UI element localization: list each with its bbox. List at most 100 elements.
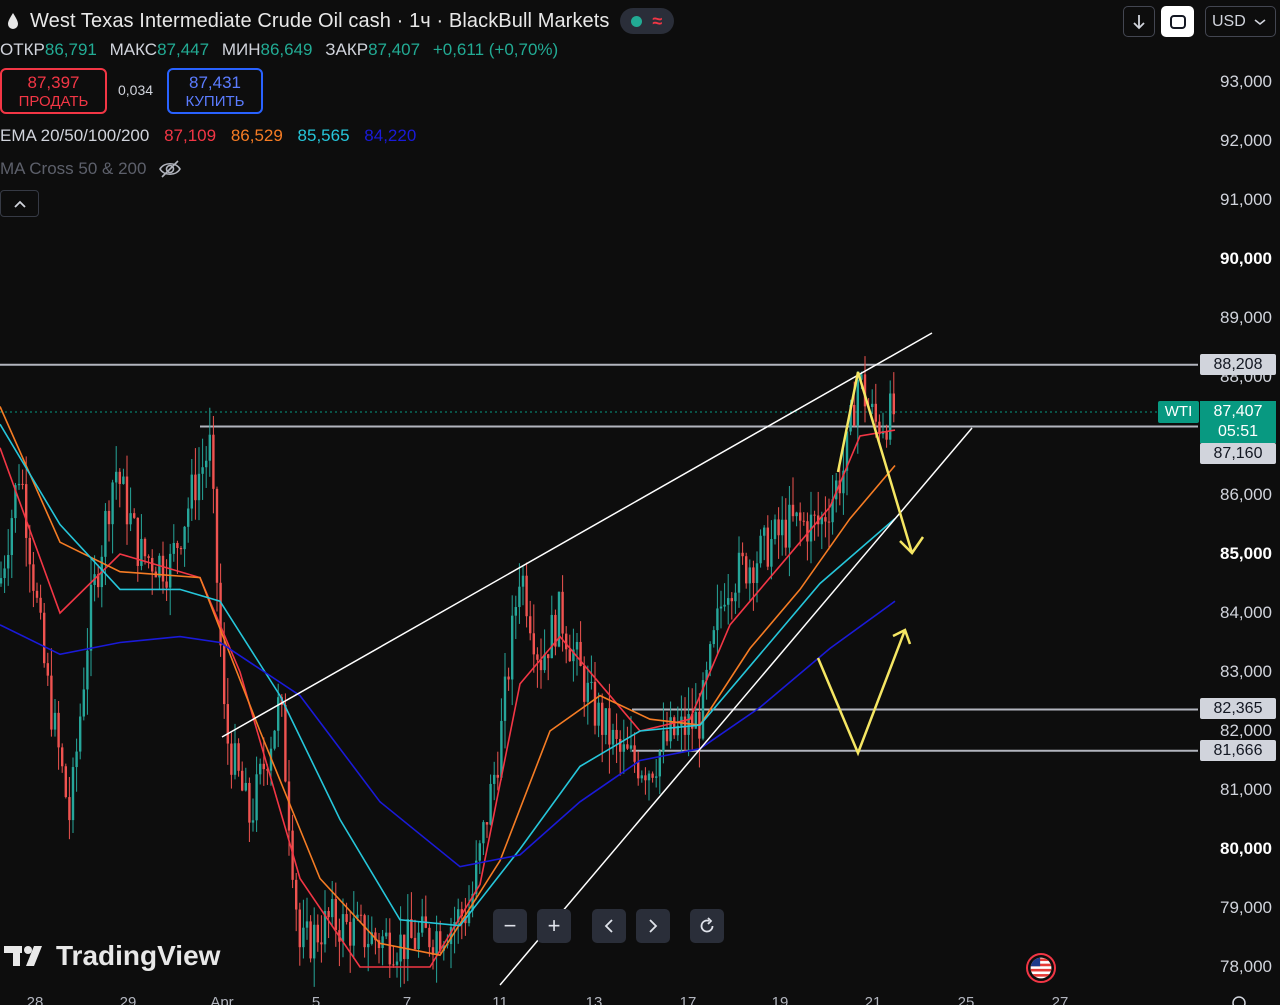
settings-icon[interactable] — [1230, 994, 1248, 1005]
candle-body — [752, 567, 755, 584]
candle-body — [223, 645, 226, 705]
candle-body — [201, 467, 204, 474]
candle-body — [212, 434, 215, 489]
candle-body — [233, 743, 237, 775]
candle-body — [179, 547, 183, 550]
candle-body — [604, 708, 607, 735]
candle-body — [104, 510, 107, 557]
collapse-legend-button[interactable] — [0, 190, 39, 217]
candle-body — [111, 482, 114, 525]
price-chart[interactable] — [0, 0, 1280, 1005]
us-flag-icon[interactable] — [1026, 953, 1056, 983]
candle-body — [259, 763, 262, 775]
scroll-down-button[interactable] — [1123, 6, 1155, 37]
candle-body — [345, 914, 348, 922]
date-tick-label: 7 — [402, 994, 412, 1005]
candle-body — [802, 520, 805, 522]
candle-body — [777, 519, 780, 536]
candle-body — [421, 916, 424, 933]
candle-body — [349, 921, 352, 946]
candle-body — [115, 471, 118, 483]
ma-cross-legend[interactable]: MA Cross 50 & 200 — [0, 159, 182, 179]
price-tick-label: 78,000 — [1220, 957, 1272, 976]
reset-chart-button[interactable] — [690, 909, 724, 943]
sell-button[interactable]: 87,397 ПРОДАТЬ — [0, 68, 107, 114]
candle-body — [316, 924, 319, 943]
date-tick-label: 5 — [311, 994, 321, 1005]
buy-button[interactable]: 87,431 КУПИТЬ — [167, 68, 263, 114]
candle-body — [856, 379, 859, 426]
candle-body — [547, 654, 550, 659]
tradingview-logo[interactable]: TradingView — [4, 940, 220, 972]
candle-body — [791, 504, 795, 517]
candle-body — [755, 563, 759, 584]
candle-body — [64, 766, 67, 798]
candle-body — [230, 743, 233, 775]
zoom-out-button[interactable]: − — [493, 909, 527, 943]
candle-body — [219, 582, 222, 646]
candle-body — [853, 404, 856, 426]
candle-body — [302, 927, 305, 948]
drawings — [221, 332, 973, 986]
candle-body — [759, 535, 762, 564]
ema-200-value: 84,220 — [364, 126, 417, 145]
close-value: 87,407 — [368, 40, 421, 59]
high-label: МАКС — [109, 40, 158, 59]
date-tick-label: 11 — [492, 994, 508, 1005]
price-tick-label: 79,000 — [1220, 898, 1272, 917]
candle-body — [799, 512, 802, 521]
candle-body — [529, 616, 532, 634]
date-tick-label: 27 — [1051, 994, 1069, 1005]
candle-body — [363, 915, 366, 948]
candle-body — [601, 702, 604, 735]
fullscreen-button[interactable] — [1161, 6, 1194, 37]
candle-body — [183, 526, 186, 550]
candle-body — [647, 773, 651, 781]
candle-body — [773, 519, 777, 540]
candle-body — [61, 747, 64, 767]
candle-body — [35, 590, 39, 598]
eye-off-icon[interactable] — [158, 159, 182, 179]
currency-select[interactable]: USD — [1205, 6, 1276, 37]
ohlc-row: ОТКР86,791 МАКС87,447 МИН86,649 ЗАКР87,4… — [0, 40, 566, 60]
symbol-title[interactable]: West Texas Intermediate Crude Oil cash ·… — [30, 10, 610, 33]
candle-body — [781, 519, 784, 536]
bar-countdown: 05:51 — [1217, 423, 1259, 440]
candle-body — [892, 393, 895, 415]
candle-body — [734, 592, 737, 602]
open-value: 86,791 — [44, 40, 97, 59]
scroll-left-button[interactable] — [592, 909, 626, 943]
channel-lower-trendline — [499, 427, 973, 986]
low-label: МИН — [221, 40, 261, 59]
candle-body — [197, 473, 201, 501]
candle-body — [518, 586, 521, 608]
candle-body — [644, 775, 647, 781]
candle-body — [248, 782, 251, 823]
candle-body — [716, 608, 719, 631]
date-tick-label: 21 — [864, 994, 882, 1005]
candle-body — [723, 604, 726, 607]
candle-body — [730, 598, 733, 602]
candle-body — [71, 767, 75, 821]
zoom-in-button[interactable]: + — [537, 909, 571, 943]
candle-body — [165, 581, 168, 588]
candle-body — [122, 476, 125, 484]
candle-body — [208, 434, 211, 461]
market-status[interactable]: ≈ — [619, 8, 674, 34]
candle-body — [651, 773, 654, 778]
scroll-right-button[interactable] — [636, 909, 670, 943]
candle-body — [550, 614, 553, 659]
chevron-right-icon — [649, 919, 658, 933]
candle-body — [712, 630, 715, 645]
ema-200-line — [0, 600, 896, 868]
candle-body — [496, 774, 499, 778]
candle-body — [583, 665, 586, 702]
candle-body — [619, 738, 622, 752]
chart-header: West Texas Intermediate Crude Oil cash ·… — [0, 6, 674, 36]
ema-100-value: 85,565 — [297, 126, 350, 145]
ema-legend[interactable]: EMA 20/50/100/200 87,109 86,529 85,565 8… — [0, 126, 426, 146]
candle-body — [251, 820, 255, 823]
oil-drop-icon — [8, 13, 18, 29]
candle-body — [536, 654, 539, 660]
candle-body — [50, 675, 53, 730]
